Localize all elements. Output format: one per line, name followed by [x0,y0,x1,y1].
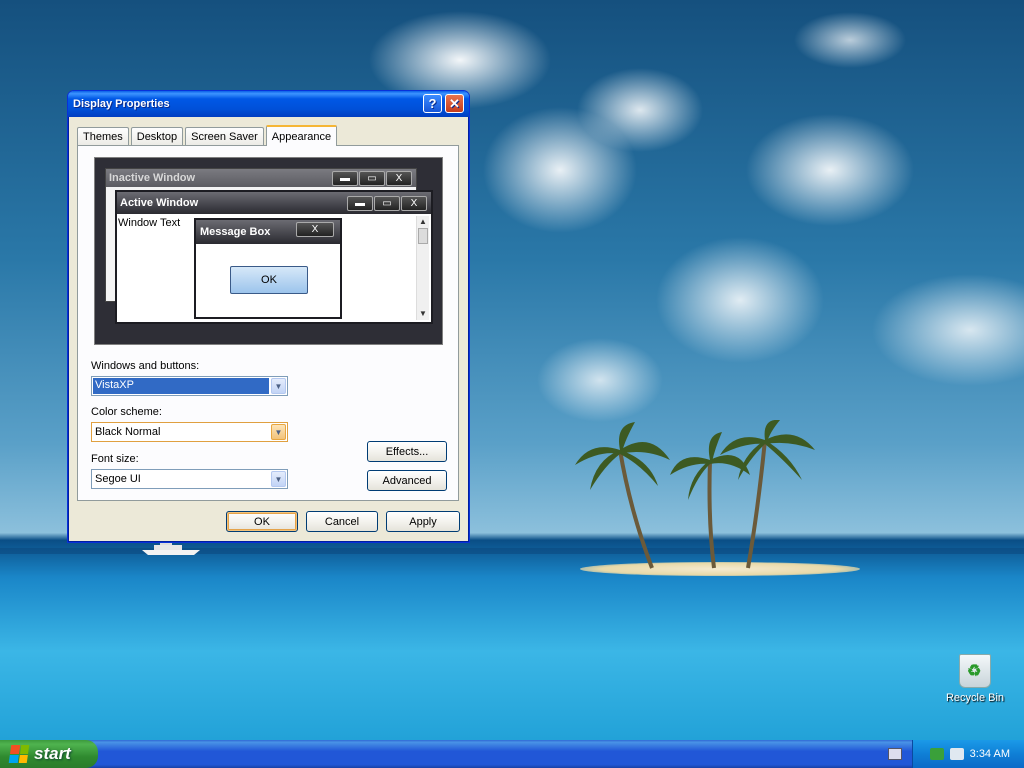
keyboard-icon[interactable] [888,748,902,760]
scroll-up-icon: ▲ [419,217,427,226]
preview-message-box: Message Box X OK [194,218,342,319]
network-icon[interactable] [929,748,944,760]
window-title: Display Properties [73,98,170,110]
start-button[interactable]: start [0,740,98,768]
font-size-value: Segoe UI [95,473,141,485]
help-button[interactable]: ? [423,94,442,113]
minimize-icon: ▬ [332,171,358,186]
preview-window-text: Window Text [118,217,181,229]
preview-active-buttons: ▬ ▭ X [346,196,427,211]
appearance-panel: Inactive Window ▬ ▭ X Active Window ▬ ▭ … [77,145,459,501]
appearance-preview: Inactive Window ▬ ▭ X Active Window ▬ ▭ … [94,157,443,345]
advanced-button[interactable]: Advanced [367,470,447,491]
windows-buttons-label: Windows and buttons: [91,360,200,372]
chevron-down-icon[interactable]: ▼ [271,424,286,440]
close-icon: X [401,196,427,211]
preview-inactive-buttons: ▬ ▭ X [331,171,412,186]
minimize-icon: ▬ [347,196,373,211]
scroll-down-icon: ▼ [419,309,427,318]
font-size-label: Font size: [91,453,139,465]
effects-button[interactable]: Effects... [367,441,447,462]
tab-screen-saver[interactable]: Screen Saver [185,127,264,145]
preview-scrollbar: ▲ ▼ [416,216,429,320]
close-icon: X [296,222,334,237]
apply-button[interactable]: Apply [386,511,460,532]
maximize-icon: ▭ [374,196,400,211]
cancel-button[interactable]: Cancel [306,511,378,532]
scroll-thumb [418,228,428,244]
color-scheme-select[interactable]: Black Normal ▼ [91,422,288,442]
recycle-bin-label: Recycle Bin [945,692,1005,704]
display-properties-window: Display Properties ? ✕ Themes Desktop Sc… [67,90,470,543]
chevron-down-icon[interactable]: ▼ [271,378,286,394]
ok-button[interactable]: OK [226,511,298,532]
start-label: start [34,744,71,763]
recycle-bin-icon: ♻ [959,654,991,688]
preview-ok-button: OK [230,266,308,294]
windows-logo-icon [8,745,30,763]
palm-trees-image [575,420,815,569]
chevron-down-icon[interactable]: ▼ [271,471,286,487]
recycle-bin-shortcut[interactable]: ♻ Recycle Bin [940,654,1010,704]
clock[interactable]: 3:34 AM [970,748,1010,760]
font-size-select[interactable]: Segoe UI ▼ [91,469,288,489]
window-titlebar[interactable]: Display Properties ? ✕ [68,91,469,117]
tab-appearance[interactable]: Appearance [265,125,338,146]
tab-strip: Themes Desktop Screen Saver Appearance [77,124,339,146]
close-button[interactable]: ✕ [445,94,464,113]
preview-message-buttons: X [295,222,334,237]
tab-themes[interactable]: Themes [77,127,129,145]
windows-buttons-value: VistaXP [93,378,269,394]
maximize-icon: ▭ [359,171,385,186]
windows-buttons-select[interactable]: VistaXP ▼ [91,376,288,396]
tab-desktop[interactable]: Desktop [130,127,184,145]
taskbar: start 3:34 AM [0,740,1024,768]
color-scheme-value: Black Normal [95,426,161,438]
color-scheme-label: Color scheme: [91,406,162,418]
close-icon: X [386,171,412,186]
system-tray: 3:34 AM [912,740,1024,768]
safely-remove-icon[interactable] [949,748,964,760]
